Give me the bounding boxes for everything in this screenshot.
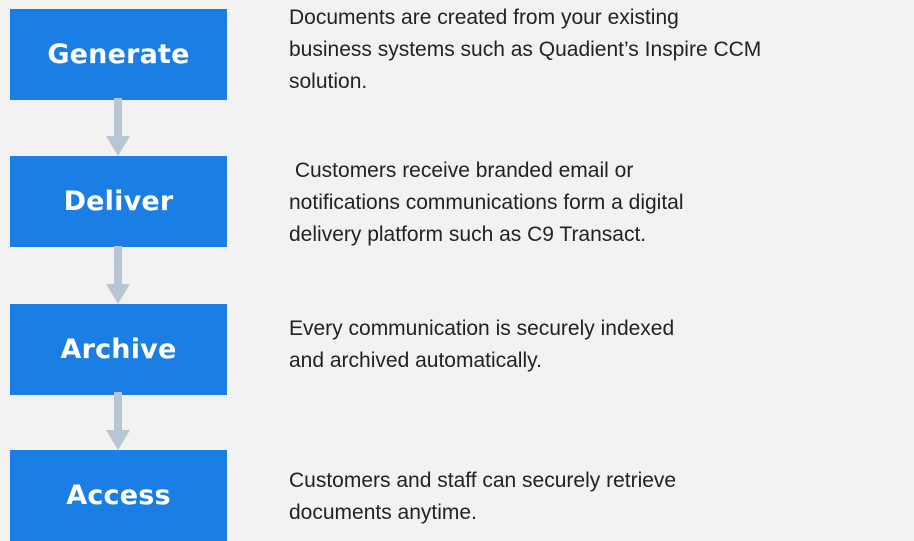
step-label: Deliver <box>63 186 174 217</box>
description-line: solution. <box>289 70 368 93</box>
description-line: Every communication is securely indexed <box>289 317 675 340</box>
description-line: Customers and staff can securely retriev… <box>289 469 677 492</box>
description-line: delivery platform such as C9 Transact. <box>289 223 647 246</box>
down-arrow-icon <box>106 98 130 156</box>
description-line: Customers receive branded email or <box>289 159 634 182</box>
step-label: Access <box>66 480 171 511</box>
description-line: and archived automatically. <box>289 349 542 372</box>
description-line: documents anytime. <box>289 501 477 524</box>
down-arrow-icon <box>106 392 130 450</box>
step-description-deliver: Customers receive branded email or notif… <box>289 155 909 251</box>
description-line: Documents are created from your existing <box>289 6 679 29</box>
step-description-archive: Every communication is securely indexed … <box>289 313 909 377</box>
step-description-generate: Documents are created from your existing… <box>289 2 909 98</box>
step-label: Generate <box>47 39 190 70</box>
description-line: business systems such as Quadient’s Insp… <box>289 38 762 61</box>
description-line: notifications communications form a digi… <box>289 191 684 214</box>
step-box-archive: Archive <box>10 304 227 395</box>
step-description-access: Customers and staff can securely retriev… <box>289 465 909 529</box>
step-box-generate: Generate <box>10 9 227 100</box>
step-label: Archive <box>60 334 177 365</box>
step-box-deliver: Deliver <box>10 156 227 247</box>
step-box-access: Access <box>10 450 227 541</box>
down-arrow-icon <box>106 246 130 304</box>
